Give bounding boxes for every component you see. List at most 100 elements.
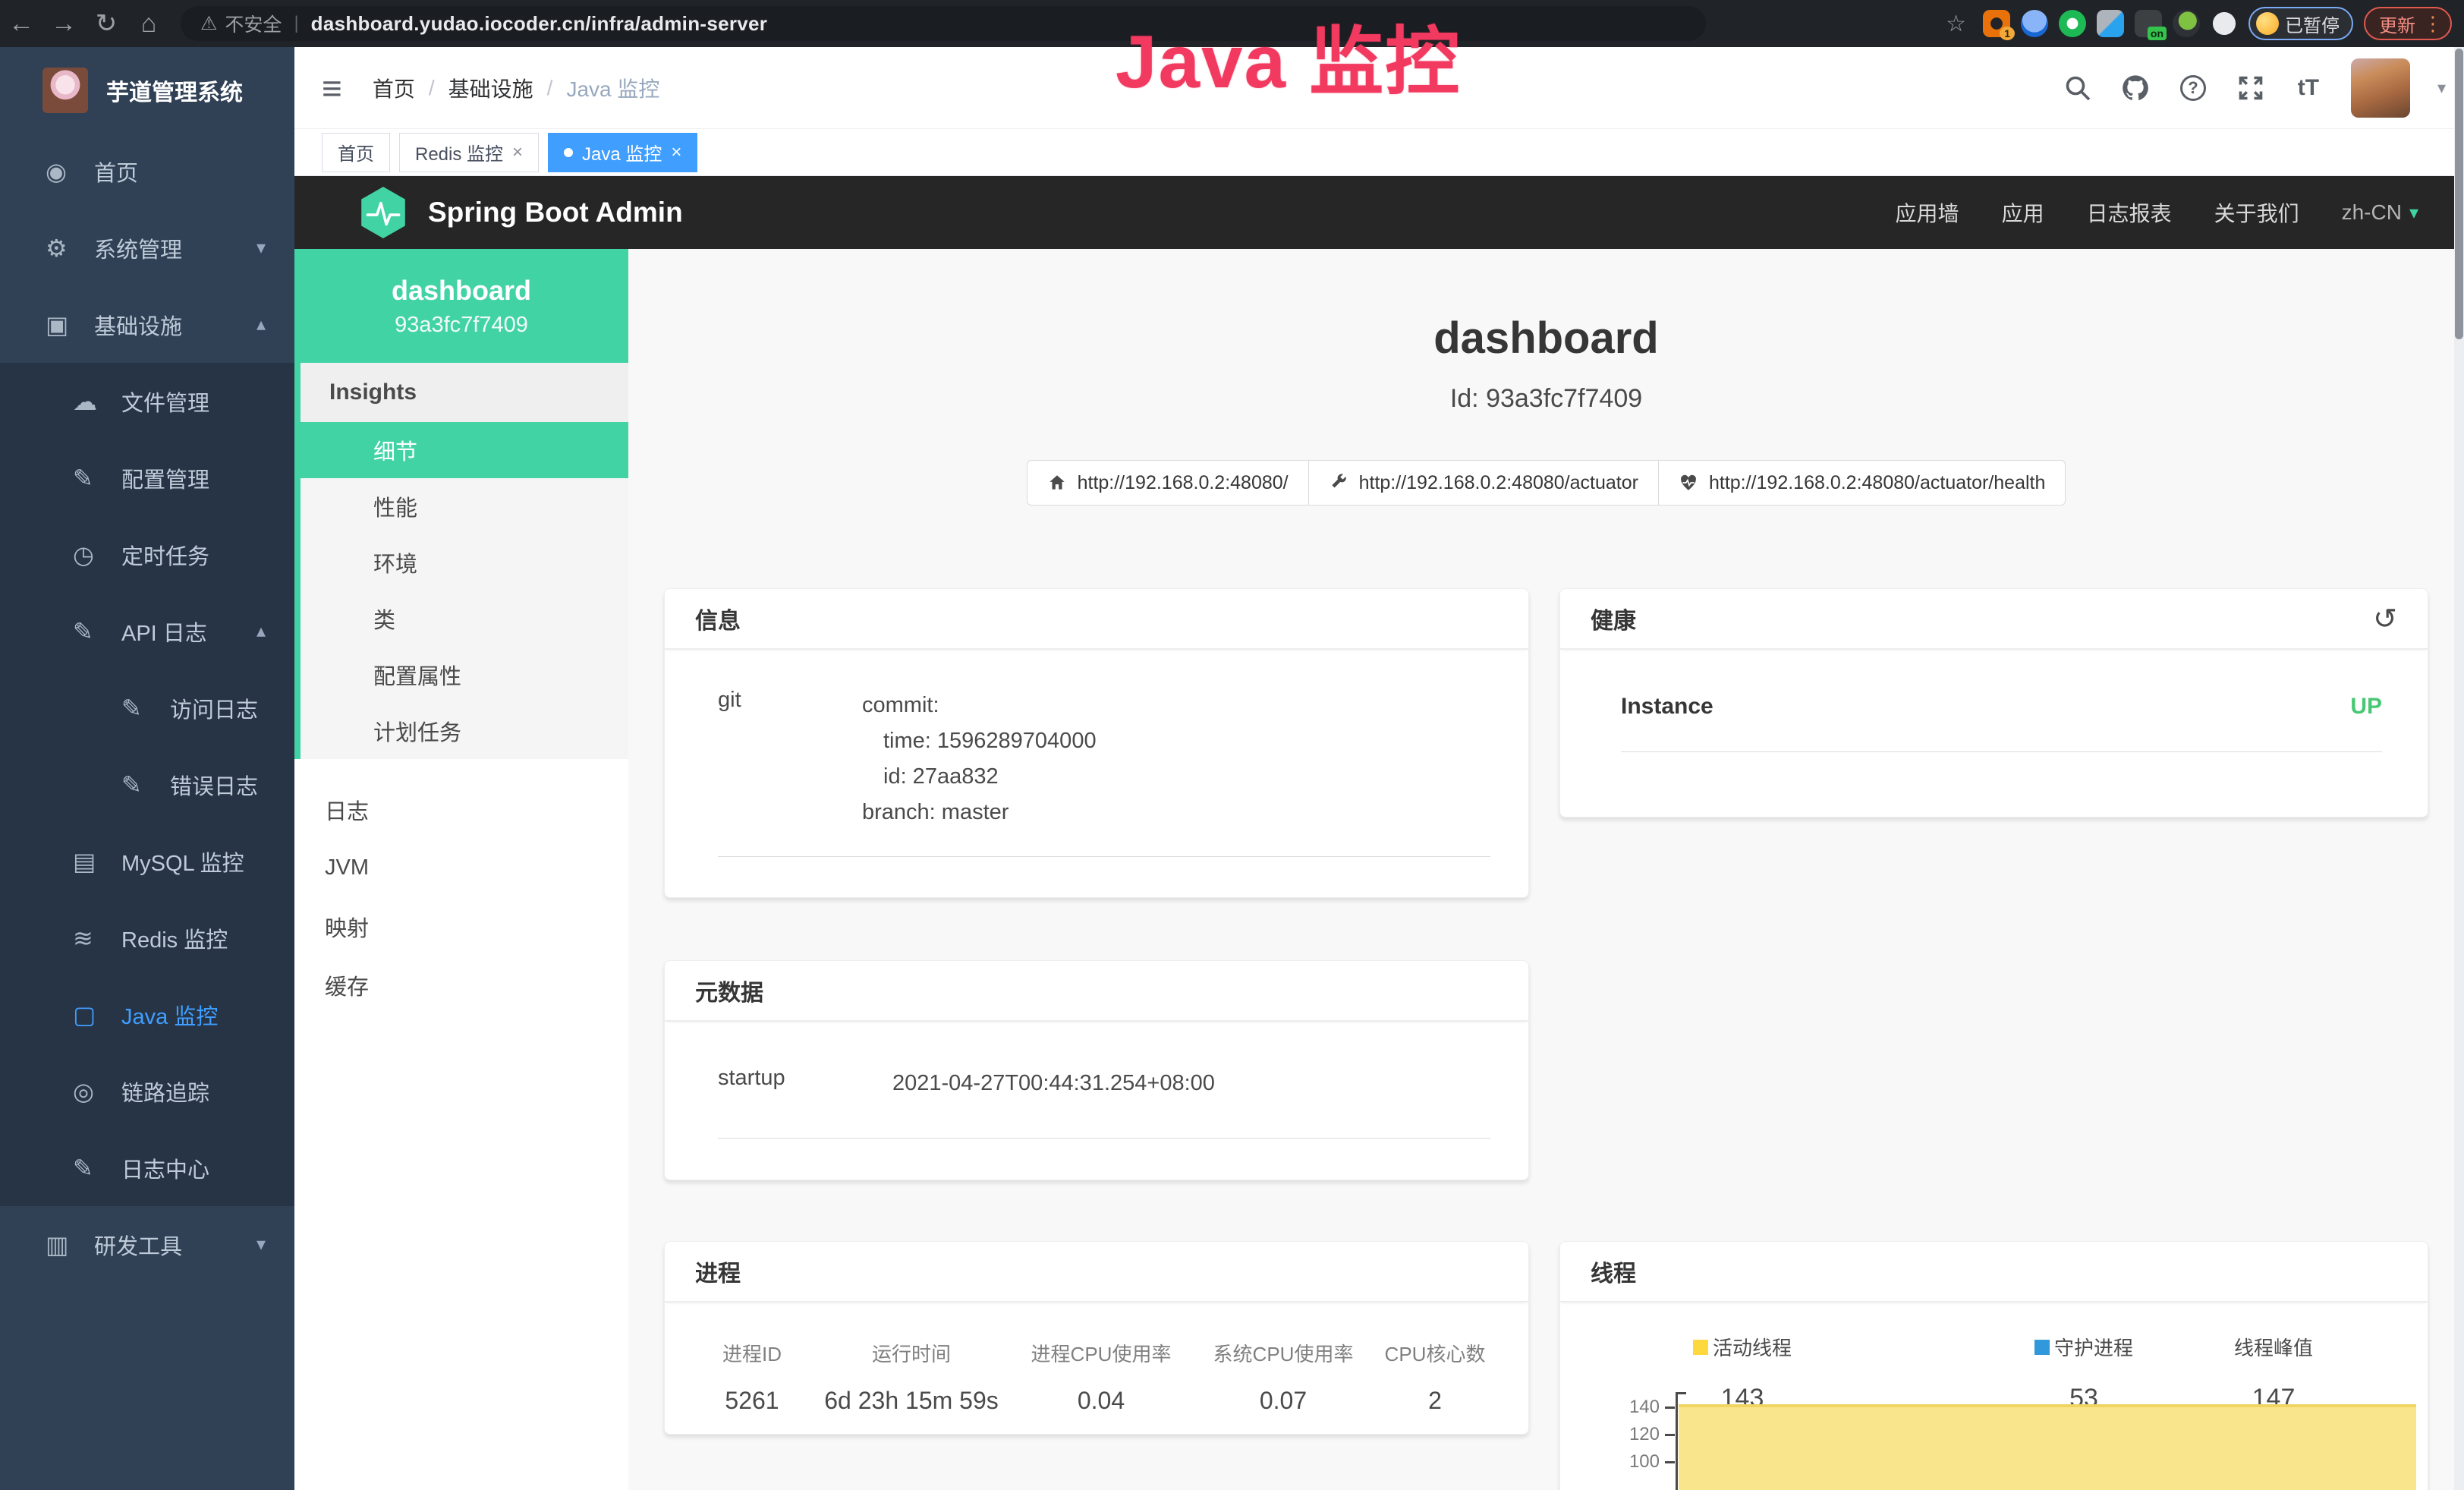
- sidebar-item-system[interactable]: ⚙ 系统管理 ▾: [0, 209, 294, 286]
- browser-home-icon[interactable]: ⌂: [127, 9, 170, 39]
- extension-icon[interactable]: [2059, 10, 2086, 37]
- legend-item: 活动线程: [1636, 1333, 1849, 1361]
- extension-icon[interactable]: on: [2135, 10, 2162, 37]
- y-tick-mark: [1665, 1434, 1675, 1436]
- sba-nav-journal[interactable]: 日志报表: [2087, 197, 2172, 228]
- sba-locale-select[interactable]: zh-CN ▾: [2342, 200, 2418, 225]
- sba-nav-applications[interactable]: 应用: [2002, 197, 2044, 228]
- extension-icon[interactable]: [2173, 10, 2200, 37]
- database-icon: ▤: [73, 847, 121, 876]
- actuator-url-button[interactable]: http://192.168.0.2:48080/actuator: [1308, 460, 1659, 506]
- app-logo-row[interactable]: 芋道管理系统: [0, 47, 294, 133]
- sidebar-item-label: 错误日志: [170, 769, 258, 801]
- sba-nav-about[interactable]: 关于我们: [2214, 197, 2299, 228]
- font-size-icon[interactable]: tT: [2293, 73, 2324, 103]
- sidebar-item-api-log[interactable]: ✎ API 日志 ▴: [0, 593, 294, 669]
- column-header: 进程CPU使用率: [1014, 1339, 1188, 1367]
- browser-update-button[interactable]: 更新 ⋮: [2364, 7, 2452, 40]
- puzzle-extensions-icon[interactable]: [2211, 10, 2238, 37]
- chevron-up-icon: ▴: [256, 313, 266, 335]
- sba-navbar: Spring Boot Admin 应用墙 应用 日志报表 关于我们 zh-CN…: [294, 176, 2464, 249]
- extension-icon[interactable]: [2021, 10, 2048, 37]
- health-url-button[interactable]: http://192.168.0.2:48080/actuator/health: [1658, 460, 2066, 506]
- sidebar-item-file-manage[interactable]: ☁ 文件管理: [0, 363, 294, 439]
- sba-menu-env[interactable]: 环境: [301, 534, 628, 591]
- cell-value: 2: [1370, 1387, 1499, 1415]
- sidebar-item-java-monitor[interactable]: ▢ Java 监控: [0, 976, 294, 1053]
- sidebar-item-redis-monitor[interactable]: ≋ Redis 监控: [0, 899, 294, 976]
- sidebar-item-scheduled-job[interactable]: ◷ 定时任务: [0, 516, 294, 593]
- extension-icon[interactable]: 1: [1983, 10, 2010, 37]
- sidebar-item-log-center[interactable]: ✎ 日志中心: [0, 1129, 294, 1206]
- sidebar-item-trace[interactable]: ◎ 链路追踪: [0, 1053, 294, 1129]
- github-icon[interactable]: [2120, 73, 2151, 103]
- sba-instance-header[interactable]: dashboard 93a3fc7f7409: [294, 249, 628, 363]
- browser-forward-icon[interactable]: →: [42, 9, 85, 39]
- info-card-body: git commit: time: 1596289704000 id: 27aa…: [665, 650, 1528, 857]
- sba-nav-wall[interactable]: 应用墙: [1896, 197, 1959, 228]
- avatar-caret-icon[interactable]: ▾: [2437, 78, 2446, 98]
- help-icon[interactable]: ?: [2178, 73, 2208, 103]
- chevron-down-icon: ▾: [256, 237, 266, 259]
- sba-menu-configprops[interactable]: 配置属性: [301, 647, 628, 703]
- question-glyph: ?: [2180, 75, 2206, 101]
- user-avatar[interactable]: [2351, 58, 2410, 118]
- search-icon[interactable]: [2063, 73, 2093, 103]
- page-scrollbar[interactable]: [2454, 47, 2464, 1490]
- browser-back-icon[interactable]: ←: [0, 9, 42, 39]
- sba-menu-jvm[interactable]: JVM: [294, 839, 628, 897]
- sba-brand[interactable]: Spring Boot Admin: [358, 185, 683, 240]
- close-icon[interactable]: ×: [671, 142, 681, 163]
- page-url[interactable]: dashboard.yudao.iocoder.cn/infra/admin-s…: [311, 12, 768, 36]
- y-tick-mark: [1665, 1461, 1675, 1463]
- breadcrumb-home[interactable]: 首页: [373, 73, 415, 103]
- sba-menu-mappings[interactable]: 映射: [294, 897, 628, 956]
- breadcrumb-separator: /: [547, 76, 553, 100]
- tab-home[interactable]: 首页: [322, 133, 390, 172]
- tab-redis-monitor[interactable]: Redis 监控 ×: [399, 133, 539, 172]
- header-actions: ? tT ▾: [2063, 58, 2446, 118]
- history-icon[interactable]: ↺: [2373, 602, 2397, 636]
- profile-paused-pill[interactable]: 已暂停: [2248, 7, 2353, 40]
- legend-label: 守护进程: [2054, 1333, 2133, 1361]
- sba-menu-classes[interactable]: 类: [301, 591, 628, 647]
- process-col-pid: 进程ID 5261: [695, 1339, 809, 1415]
- sidebar-item-access-log[interactable]: ✎ 访问日志: [0, 669, 294, 746]
- edit-icon: ✎: [121, 694, 170, 723]
- sidebar-item-dev-tools[interactable]: ▥ 研发工具 ▾: [0, 1206, 294, 1283]
- sidebar-item-error-log[interactable]: ✎ 错误日志: [0, 746, 294, 823]
- chart-y-axis-cap: [1676, 1392, 1686, 1394]
- service-url-button[interactable]: http://192.168.0.2:48080/: [1027, 460, 1309, 506]
- extension-icon[interactable]: [2097, 10, 2124, 37]
- edit-icon: ✎: [73, 1154, 121, 1183]
- browser-menu-icon[interactable]: ⋮: [2423, 12, 2443, 36]
- sba-menu-logfile[interactable]: 日志: [294, 780, 628, 839]
- sba-menu-scheduled[interactable]: 计划任务: [301, 703, 628, 759]
- tab-java-monitor[interactable]: Java 监控 ×: [548, 133, 697, 172]
- chevron-down-icon: ▾: [256, 1233, 266, 1255]
- sba-menu-caches[interactable]: 缓存: [294, 956, 628, 1014]
- sba-menu-details[interactable]: 细节: [294, 422, 628, 478]
- fullscreen-icon[interactable]: [2236, 73, 2266, 103]
- sidebar-item-mysql-monitor[interactable]: ▤ MySQL 监控: [0, 823, 294, 899]
- sidebar-item-infra[interactable]: ▣ 基础设施 ▴: [0, 286, 294, 363]
- sidebar-item-label: 研发工具: [94, 1229, 182, 1261]
- info-key-git: git: [718, 688, 862, 830]
- hamburger-icon[interactable]: ≡: [322, 68, 342, 109]
- address-bar[interactable]: ⚠ 不安全 | dashboard.yudao.iocoder.cn/infra…: [181, 6, 1706, 41]
- security-label[interactable]: 不安全: [225, 10, 282, 37]
- sidebar-item-home[interactable]: ◉ 首页: [0, 133, 294, 209]
- close-icon[interactable]: ×: [512, 142, 523, 163]
- health-card-header: 健康 ↺: [1560, 589, 2428, 650]
- bookmark-star-icon[interactable]: ☆: [1946, 11, 1966, 37]
- screen: ← → ↻ ⌂ ⚠ 不安全 | dashboard.yudao.iocoder.…: [0, 0, 2464, 1490]
- browser-reload-icon[interactable]: ↻: [85, 8, 127, 39]
- sba-menu-metrics[interactable]: 性能: [301, 478, 628, 534]
- sidebar-item-config-manage[interactable]: ✎ 配置管理: [0, 439, 294, 516]
- process-card-title: 进程: [695, 1255, 741, 1288]
- sidebar-item-label: 访问日志: [170, 692, 258, 724]
- scrollbar-thumb[interactable]: [2455, 49, 2463, 339]
- process-card: 进程 进程ID 5261 运行时间 6d 23h 15m 59s 进程CPU使用…: [664, 1241, 1529, 1435]
- threads-card-title: 线程: [1591, 1255, 1636, 1288]
- breadcrumb-infra[interactable]: 基础设施: [448, 73, 533, 103]
